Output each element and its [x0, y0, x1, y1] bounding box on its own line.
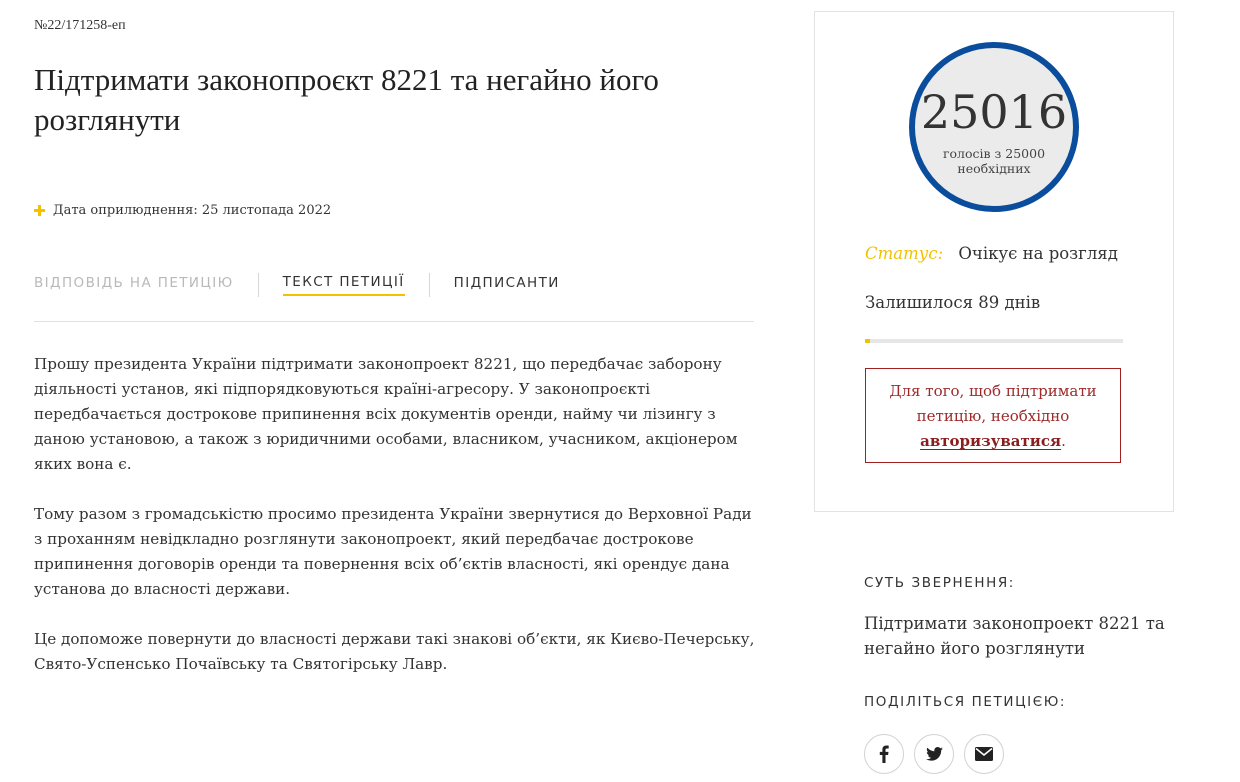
time-progress-bar — [865, 339, 1123, 343]
body-paragraph: Прошу президента України підтримати зако… — [34, 355, 738, 473]
tab-petition-text[interactable]: Текст петиції — [282, 274, 405, 296]
summary-text: Підтримати законопроект 8221 та негайно … — [864, 614, 1165, 658]
vote-caption-line: необхідних — [957, 161, 1031, 176]
vote-count: 25016 — [920, 85, 1068, 139]
petition-tabs: Відповідь на петицію Текст петиції Підпи… — [34, 270, 560, 300]
auth-notice-text: Для того, щоб підтримати петицію, необхі… — [889, 382, 1097, 425]
tabs-divider — [34, 321, 754, 322]
publication-date-text: Дата оприлюднення: 25 листопада 2022 — [53, 203, 332, 218]
share-twitter-button[interactable] — [914, 734, 954, 774]
plus-icon — [34, 205, 45, 216]
vote-card: 25016 голосів з 25000 необхідних Статус:… — [814, 11, 1174, 512]
share-buttons — [864, 734, 1004, 774]
days-remaining: Залишилося 89 днів — [865, 293, 1041, 312]
share-heading: ПОДІЛІТЬСЯ ПЕТИЦІЄЮ: — [864, 694, 1067, 710]
auth-notice-end: . — [1061, 432, 1066, 450]
status-label: Статус: — [865, 244, 944, 263]
share-email-button[interactable] — [964, 734, 1004, 774]
body-paragraph: Тому разом з громадськістю просимо прези… — [34, 505, 752, 598]
status-value: Очікує на розгляд — [958, 244, 1118, 263]
tab-signers[interactable]: Підписанти — [454, 275, 560, 295]
facebook-icon — [879, 745, 889, 763]
email-icon — [975, 747, 993, 761]
vote-counter: 25016 голосів з 25000 необхідних — [909, 42, 1079, 212]
auth-notice: Для того, щоб підтримати петицію, необхі… — [865, 368, 1121, 463]
petition-body: Прошу президента України підтримати зако… — [34, 352, 759, 702]
share-facebook-button[interactable] — [864, 734, 904, 774]
login-link[interactable]: авторизуватися — [920, 432, 1061, 450]
publication-date: Дата оприлюднення: 25 листопада 2022 — [34, 203, 331, 218]
vote-caption-line: голосів з 25000 — [942, 146, 1046, 161]
petition-number: №22/171258-еп — [34, 18, 126, 33]
time-progress-fill — [865, 339, 871, 343]
tab-divider — [428, 273, 430, 297]
vote-caption: голосів з 25000 необхідних — [915, 146, 1073, 176]
tab-response[interactable]: Відповідь на петицію — [34, 275, 234, 295]
body-paragraph: Це допоможе повернути до власності держа… — [34, 630, 755, 673]
twitter-icon — [925, 747, 943, 761]
tab-divider — [257, 273, 259, 297]
page-title: Підтримати законопроєкт 8221 та негайно … — [34, 62, 659, 137]
status-row: Статус: Очікує на розгляд — [865, 244, 1118, 263]
summary-heading: СУТЬ ЗВЕРНЕННЯ: — [864, 575, 1015, 591]
